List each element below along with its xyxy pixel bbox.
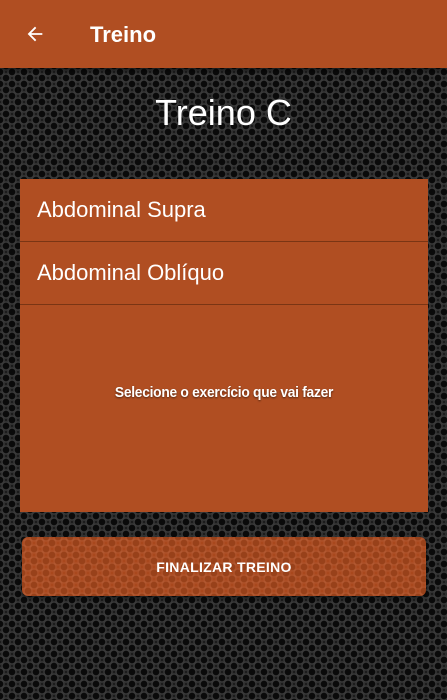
workout-heading: Treino C (155, 92, 292, 133)
arrow-left-icon (27, 26, 43, 42)
app-bar: Treino (0, 0, 447, 68)
exercise-item-abdominal-supra[interactable]: Abdominal Supra (20, 179, 428, 242)
back-button[interactable] (22, 20, 48, 48)
exercise-panel: Abdominal Supra Abdominal Oblíquo Seleci… (20, 179, 428, 512)
exercise-item-abdominal-obliquo[interactable]: Abdominal Oblíquo (20, 242, 428, 305)
app-bar-title: Treino (90, 22, 157, 47)
exercise-hint: Selecione o exercício que vai fazer (114, 384, 334, 401)
finish-workout-button[interactable]: FINALIZAR TREINO (22, 537, 426, 596)
